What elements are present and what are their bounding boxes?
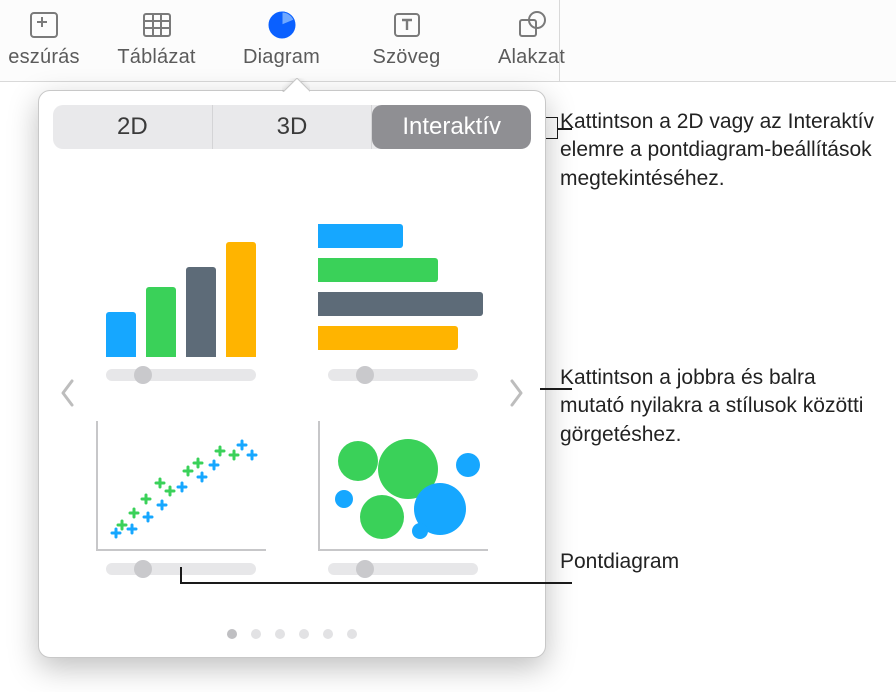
chart-option-bubble[interactable] bbox=[307, 411, 499, 575]
toolbar-insert-label: eszúrás bbox=[8, 46, 79, 69]
page-dot[interactable] bbox=[227, 629, 237, 639]
toolbar: eszúrás Táblázat Diagram bbox=[0, 0, 896, 82]
callout-arrows: Kattintson a jobbra és balra mutató nyil… bbox=[560, 364, 880, 449]
tab-2d[interactable]: 2D bbox=[53, 105, 213, 149]
tab-3d[interactable]: 3D bbox=[213, 105, 373, 149]
text-icon bbox=[385, 6, 429, 44]
toolbar-table[interactable]: Táblázat bbox=[94, 6, 219, 69]
page-dot[interactable] bbox=[323, 629, 333, 639]
chart-popover: 2D 3D Interaktív bbox=[38, 90, 546, 658]
toolbar-chart-label: Diagram bbox=[243, 46, 320, 69]
chart-option-bar[interactable] bbox=[307, 217, 499, 381]
tab-interactive[interactable]: Interaktív bbox=[372, 105, 531, 149]
insert-icon bbox=[22, 6, 66, 44]
slider-icon bbox=[328, 563, 478, 575]
scatter-chart-thumb bbox=[91, 411, 271, 551]
callout-scatter: Pontdiagram bbox=[560, 548, 679, 576]
leader-line bbox=[540, 388, 572, 390]
chart-type-segmented-control: 2D 3D Interaktív bbox=[53, 105, 531, 149]
toolbar-text-label: Szöveg bbox=[373, 46, 441, 69]
slider-icon bbox=[328, 369, 478, 381]
column-chart-thumb bbox=[91, 217, 271, 357]
chart-option-scatter[interactable] bbox=[85, 411, 277, 575]
page-dot[interactable] bbox=[251, 629, 261, 639]
leader-brace bbox=[546, 117, 558, 139]
bubble-chart-thumb bbox=[313, 411, 493, 551]
leader-line bbox=[180, 567, 182, 583]
window-divider bbox=[559, 0, 560, 82]
leader-line bbox=[558, 128, 572, 130]
slider-icon bbox=[106, 369, 256, 381]
popover-caret bbox=[282, 78, 310, 92]
chart-icon bbox=[260, 6, 304, 44]
callout-segmented: Kattintson a 2D vagy az Interaktív elemr… bbox=[560, 108, 880, 193]
leader-line bbox=[180, 582, 572, 584]
page-dot[interactable] bbox=[275, 629, 285, 639]
toolbar-shape-label: Alakzat bbox=[498, 46, 565, 69]
prev-style-button[interactable] bbox=[53, 363, 83, 423]
page-dot[interactable] bbox=[299, 629, 309, 639]
chart-option-column[interactable] bbox=[85, 217, 277, 381]
toolbar-table-label: Táblázat bbox=[117, 46, 195, 69]
next-style-button[interactable] bbox=[501, 363, 531, 423]
bar-chart-thumb bbox=[313, 217, 493, 357]
page-dots[interactable] bbox=[53, 629, 531, 639]
toolbar-text[interactable]: Szöveg bbox=[344, 6, 469, 69]
shape-icon bbox=[510, 6, 554, 44]
page-dot[interactable] bbox=[347, 629, 357, 639]
chart-grid bbox=[83, 211, 501, 575]
toolbar-shape[interactable]: Alakzat bbox=[469, 6, 594, 69]
toolbar-insert[interactable]: eszúrás bbox=[0, 6, 94, 69]
toolbar-chart[interactable]: Diagram bbox=[219, 6, 344, 69]
table-icon bbox=[135, 6, 179, 44]
chart-style-browser bbox=[53, 167, 531, 619]
